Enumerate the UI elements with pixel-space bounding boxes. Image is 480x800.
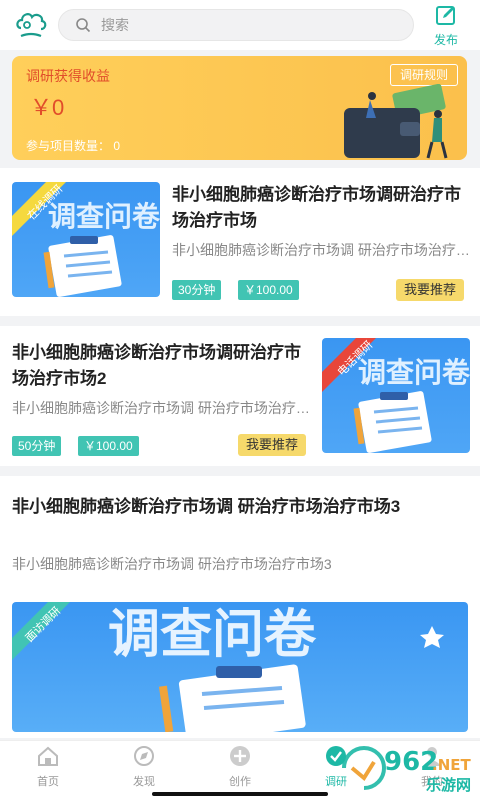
survey-thumbnail: 电话调研 调查问卷 [322, 338, 470, 453]
svg-text:调查问卷: 调查问卷 [358, 356, 470, 389]
tab-home[interactable]: 首页 [18, 745, 78, 789]
survey-thumbnail: 在线调研 调查问卷 [12, 182, 160, 297]
survey-title: 非小细胞肺癌诊断治疗市场调研治疗市场治疗市场 [172, 185, 461, 230]
watermark-sub: 乐游网 [426, 776, 471, 794]
search-bar[interactable]: 搜索 [58, 9, 414, 41]
survey-card[interactable]: 在线调研 调查问卷 非小细胞肺癌诊断治疗市场调研治疗市场治疗市场 非小细胞肺癌诊… [0, 168, 480, 316]
tab-home-label: 首页 [37, 776, 59, 788]
survey-description: 非小细胞肺癌诊断治疗市场调 研治疗市场治疗市场3 [12, 556, 332, 572]
research-rules-button[interactable]: 调研规则 [390, 64, 458, 86]
home-icon [38, 746, 58, 766]
publish-label: 发布 [433, 33, 458, 47]
svg-text:调查问卷: 调查问卷 [108, 605, 317, 665]
compass-icon [134, 746, 154, 766]
recommend-button[interactable]: 我要推荐 [396, 279, 465, 301]
survey-card[interactable]: 非小细胞肺癌诊断治疗市场调 研治疗市场治疗市场3 非小细胞肺癌诊断治疗市场调 研… [0, 476, 480, 738]
wallet-illustration [344, 84, 448, 159]
app-header: 搜索 发布 [0, 0, 480, 50]
survey-thumbnail: 面访调研 调查问卷 [12, 602, 468, 732]
price-tag: ￥100.00 [238, 280, 299, 300]
project-count: 参与项目数量： 0 [26, 139, 121, 153]
search-icon [76, 18, 91, 33]
svg-text:调查问卷: 调查问卷 [48, 200, 160, 233]
home-indicator [152, 792, 328, 796]
survey-description: 非小细胞肺癌诊断治疗市场调 研治疗市场治疗市场2 [12, 400, 310, 416]
recommend-button[interactable]: 我要推荐 [238, 434, 307, 456]
watermark-suffix: .NET [432, 756, 471, 774]
survey-title: 非小细胞肺癌诊断治疗市场调 研治疗市场治疗市场3 [12, 497, 401, 516]
survey-title: 非小细胞肺癌诊断治疗市场调研治疗市场治疗市场2 [12, 343, 301, 388]
tab-create[interactable]: 创作 [210, 745, 270, 789]
duration-tag: 50分钟 [12, 436, 62, 456]
questionnaire-image: 在线调研 调查问卷 [12, 182, 160, 297]
questionnaire-image: 电话调研 调查问卷 [322, 338, 470, 453]
price-tag: ￥100.00 [78, 436, 139, 456]
plus-circle-icon [230, 746, 250, 766]
banner-title: 调研获得收益 [26, 68, 110, 84]
questionnaire-image: 面访调研 调查问卷 [12, 602, 444, 732]
tab-discover[interactable]: 发现 [114, 745, 174, 789]
watermark-brand: 962 [384, 747, 438, 777]
search-placeholder: 搜索 [101, 17, 129, 33]
survey-description: 非小细胞肺癌诊断治疗市场调 研治疗市场治疗市场 [172, 242, 470, 258]
duration-tag: 30分钟 [172, 280, 222, 300]
publish-button[interactable]: 发布 [428, 4, 464, 47]
tab-create-label: 创作 [229, 776, 251, 788]
app-logo-icon [16, 13, 47, 38]
watermark-logo: 962 .NET 乐游网 [342, 746, 471, 794]
survey-card[interactable]: 非小细胞肺癌诊断治疗市场调研治疗市场治疗市场2 非小细胞肺癌诊断治疗市场调 研治… [0, 326, 480, 466]
earnings-banner: 调研获得收益 ￥0 参与项目数量： 0 调研规则 [12, 56, 467, 160]
tab-discover-label: 发现 [133, 776, 155, 788]
earnings-amount: ￥0 [30, 95, 65, 120]
edit-icon [436, 6, 455, 25]
